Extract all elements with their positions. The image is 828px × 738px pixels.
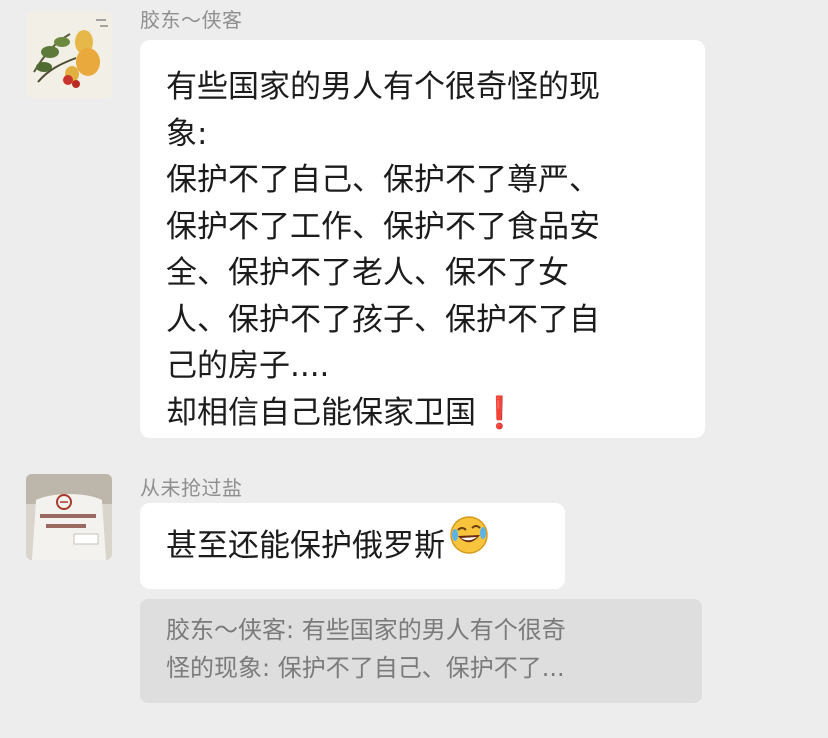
message-bubble[interactable]: 甚至还能保护俄罗斯: [140, 503, 565, 589]
message-bubble[interactable]: 有些国家的男人有个很奇怪的现 象: 保护不了自己、保护不了尊严、 保护不了工作、…: [140, 40, 705, 438]
sender-avatar[interactable]: [26, 474, 112, 560]
quoted-text-line: 胶东～侠客: 有些国家的男人有个很奇: [166, 616, 566, 644]
message-text-line: 象:: [166, 115, 208, 152]
sender-name: 从未抢过盐: [140, 476, 243, 500]
message-text-line: 己的房子....: [166, 348, 330, 384]
message-text-last-line: 却相信自己能保家卫国 ❗: [166, 390, 691, 437]
white-shirt-logo-avatar-icon: [26, 474, 112, 560]
message-text-line: 保护不了工作、保护不了食品安: [166, 208, 600, 245]
quoted-message[interactable]: 胶东～侠客: 有些国家的男人有个很奇 怪的现象: 保护不了自己、保护不了...: [140, 599, 702, 703]
quoted-text-line: 怪的现象: 保护不了自己、保护不了...: [166, 654, 565, 682]
exclamation-mark-icon: ❗: [480, 394, 519, 431]
sender-avatar[interactable]: [26, 12, 112, 98]
message-text-line: 全、保护不了老人、保不了女: [166, 255, 569, 291]
message-text-line: 保护不了自己、保护不了尊严、: [166, 162, 600, 198]
laughing-crying-face-emoji-icon: [449, 502, 489, 588]
message-text: 甚至还能保护俄罗斯: [166, 528, 445, 564]
message-text-line: 却相信自己能保家卫国: [166, 394, 476, 431]
message-text-line: 有些国家的男人有个很奇怪的现: [166, 69, 600, 105]
flower-painting-avatar-icon: [26, 12, 112, 98]
chat-view: 胶东～侠客 有些国家的男人有个很奇怪的现 象: 保护不了自己、保护不了尊严、 保…: [0, 0, 828, 738]
message-text-line: 人、保护不了孩子、保护不了自: [166, 301, 600, 338]
sender-name: 胶东～侠客: [140, 8, 243, 32]
